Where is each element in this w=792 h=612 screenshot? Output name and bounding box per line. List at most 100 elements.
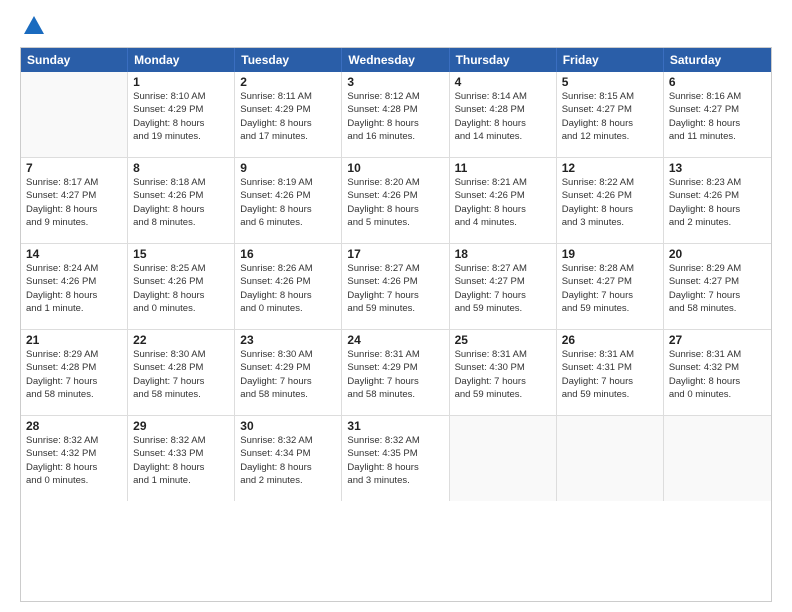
day-number: 27 bbox=[669, 333, 766, 347]
day-info: Sunrise: 8:12 AM Sunset: 4:28 PM Dayligh… bbox=[347, 90, 443, 143]
day-number: 22 bbox=[133, 333, 229, 347]
day-info: Sunrise: 8:26 AM Sunset: 4:26 PM Dayligh… bbox=[240, 262, 336, 315]
cal-cell: 11Sunrise: 8:21 AM Sunset: 4:26 PM Dayli… bbox=[450, 158, 557, 243]
cal-cell: 4Sunrise: 8:14 AM Sunset: 4:28 PM Daylig… bbox=[450, 72, 557, 157]
day-info: Sunrise: 8:16 AM Sunset: 4:27 PM Dayligh… bbox=[669, 90, 766, 143]
calendar: SundayMondayTuesdayWednesdayThursdayFrid… bbox=[20, 47, 772, 602]
cal-cell: 18Sunrise: 8:27 AM Sunset: 4:27 PM Dayli… bbox=[450, 244, 557, 329]
cal-header-friday: Friday bbox=[557, 48, 664, 72]
day-number: 1 bbox=[133, 75, 229, 89]
day-info: Sunrise: 8:25 AM Sunset: 4:26 PM Dayligh… bbox=[133, 262, 229, 315]
calendar-header-row: SundayMondayTuesdayWednesdayThursdayFrid… bbox=[21, 48, 771, 72]
cal-header-tuesday: Tuesday bbox=[235, 48, 342, 72]
day-number: 19 bbox=[562, 247, 658, 261]
day-info: Sunrise: 8:22 AM Sunset: 4:26 PM Dayligh… bbox=[562, 176, 658, 229]
day-number: 21 bbox=[26, 333, 122, 347]
cal-week-3: 14Sunrise: 8:24 AM Sunset: 4:26 PM Dayli… bbox=[21, 244, 771, 330]
cal-cell: 8Sunrise: 8:18 AM Sunset: 4:26 PM Daylig… bbox=[128, 158, 235, 243]
day-number: 10 bbox=[347, 161, 443, 175]
cal-week-1: 1Sunrise: 8:10 AM Sunset: 4:29 PM Daylig… bbox=[21, 72, 771, 158]
cal-header-saturday: Saturday bbox=[664, 48, 771, 72]
day-info: Sunrise: 8:32 AM Sunset: 4:35 PM Dayligh… bbox=[347, 434, 443, 487]
day-info: Sunrise: 8:31 AM Sunset: 4:30 PM Dayligh… bbox=[455, 348, 551, 401]
day-number: 5 bbox=[562, 75, 658, 89]
day-number: 12 bbox=[562, 161, 658, 175]
day-info: Sunrise: 8:20 AM Sunset: 4:26 PM Dayligh… bbox=[347, 176, 443, 229]
day-info: Sunrise: 8:21 AM Sunset: 4:26 PM Dayligh… bbox=[455, 176, 551, 229]
day-number: 4 bbox=[455, 75, 551, 89]
day-number: 8 bbox=[133, 161, 229, 175]
day-number: 7 bbox=[26, 161, 122, 175]
cal-cell bbox=[450, 416, 557, 501]
cal-cell bbox=[557, 416, 664, 501]
day-info: Sunrise: 8:29 AM Sunset: 4:28 PM Dayligh… bbox=[26, 348, 122, 401]
cal-cell: 31Sunrise: 8:32 AM Sunset: 4:35 PM Dayli… bbox=[342, 416, 449, 501]
cal-cell: 1Sunrise: 8:10 AM Sunset: 4:29 PM Daylig… bbox=[128, 72, 235, 157]
day-info: Sunrise: 8:27 AM Sunset: 4:26 PM Dayligh… bbox=[347, 262, 443, 315]
day-info: Sunrise: 8:10 AM Sunset: 4:29 PM Dayligh… bbox=[133, 90, 229, 143]
cal-cell bbox=[664, 416, 771, 501]
day-number: 28 bbox=[26, 419, 122, 433]
day-info: Sunrise: 8:17 AM Sunset: 4:27 PM Dayligh… bbox=[26, 176, 122, 229]
cal-header-sunday: Sunday bbox=[21, 48, 128, 72]
day-info: Sunrise: 8:14 AM Sunset: 4:28 PM Dayligh… bbox=[455, 90, 551, 143]
day-number: 24 bbox=[347, 333, 443, 347]
cal-cell: 15Sunrise: 8:25 AM Sunset: 4:26 PM Dayli… bbox=[128, 244, 235, 329]
cal-cell: 6Sunrise: 8:16 AM Sunset: 4:27 PM Daylig… bbox=[664, 72, 771, 157]
cal-cell: 29Sunrise: 8:32 AM Sunset: 4:33 PM Dayli… bbox=[128, 416, 235, 501]
day-number: 17 bbox=[347, 247, 443, 261]
cal-cell: 5Sunrise: 8:15 AM Sunset: 4:27 PM Daylig… bbox=[557, 72, 664, 157]
cal-cell: 7Sunrise: 8:17 AM Sunset: 4:27 PM Daylig… bbox=[21, 158, 128, 243]
cal-header-wednesday: Wednesday bbox=[342, 48, 449, 72]
cal-cell: 3Sunrise: 8:12 AM Sunset: 4:28 PM Daylig… bbox=[342, 72, 449, 157]
day-info: Sunrise: 8:30 AM Sunset: 4:29 PM Dayligh… bbox=[240, 348, 336, 401]
day-info: Sunrise: 8:32 AM Sunset: 4:34 PM Dayligh… bbox=[240, 434, 336, 487]
cal-cell: 22Sunrise: 8:30 AM Sunset: 4:28 PM Dayli… bbox=[128, 330, 235, 415]
day-number: 31 bbox=[347, 419, 443, 433]
day-number: 11 bbox=[455, 161, 551, 175]
day-number: 23 bbox=[240, 333, 336, 347]
cal-cell: 27Sunrise: 8:31 AM Sunset: 4:32 PM Dayli… bbox=[664, 330, 771, 415]
day-info: Sunrise: 8:28 AM Sunset: 4:27 PM Dayligh… bbox=[562, 262, 658, 315]
day-number: 3 bbox=[347, 75, 443, 89]
day-number: 9 bbox=[240, 161, 336, 175]
day-info: Sunrise: 8:30 AM Sunset: 4:28 PM Dayligh… bbox=[133, 348, 229, 401]
header bbox=[20, 18, 772, 37]
cal-cell: 20Sunrise: 8:29 AM Sunset: 4:27 PM Dayli… bbox=[664, 244, 771, 329]
day-number: 26 bbox=[562, 333, 658, 347]
cal-cell: 26Sunrise: 8:31 AM Sunset: 4:31 PM Dayli… bbox=[557, 330, 664, 415]
day-number: 15 bbox=[133, 247, 229, 261]
day-number: 14 bbox=[26, 247, 122, 261]
cal-cell: 17Sunrise: 8:27 AM Sunset: 4:26 PM Dayli… bbox=[342, 244, 449, 329]
cal-header-monday: Monday bbox=[128, 48, 235, 72]
day-number: 2 bbox=[240, 75, 336, 89]
cal-cell: 24Sunrise: 8:31 AM Sunset: 4:29 PM Dayli… bbox=[342, 330, 449, 415]
day-info: Sunrise: 8:24 AM Sunset: 4:26 PM Dayligh… bbox=[26, 262, 122, 315]
day-number: 13 bbox=[669, 161, 766, 175]
cal-week-5: 28Sunrise: 8:32 AM Sunset: 4:32 PM Dayli… bbox=[21, 416, 771, 501]
cal-cell: 12Sunrise: 8:22 AM Sunset: 4:26 PM Dayli… bbox=[557, 158, 664, 243]
logo bbox=[20, 18, 44, 37]
day-number: 29 bbox=[133, 419, 229, 433]
day-info: Sunrise: 8:27 AM Sunset: 4:27 PM Dayligh… bbox=[455, 262, 551, 315]
cal-cell: 10Sunrise: 8:20 AM Sunset: 4:26 PM Dayli… bbox=[342, 158, 449, 243]
day-info: Sunrise: 8:32 AM Sunset: 4:33 PM Dayligh… bbox=[133, 434, 229, 487]
day-info: Sunrise: 8:18 AM Sunset: 4:26 PM Dayligh… bbox=[133, 176, 229, 229]
cal-header-thursday: Thursday bbox=[450, 48, 557, 72]
cal-week-4: 21Sunrise: 8:29 AM Sunset: 4:28 PM Dayli… bbox=[21, 330, 771, 416]
cal-cell: 9Sunrise: 8:19 AM Sunset: 4:26 PM Daylig… bbox=[235, 158, 342, 243]
cal-week-2: 7Sunrise: 8:17 AM Sunset: 4:27 PM Daylig… bbox=[21, 158, 771, 244]
cal-cell: 13Sunrise: 8:23 AM Sunset: 4:26 PM Dayli… bbox=[664, 158, 771, 243]
day-info: Sunrise: 8:31 AM Sunset: 4:31 PM Dayligh… bbox=[562, 348, 658, 401]
day-number: 18 bbox=[455, 247, 551, 261]
cal-cell: 25Sunrise: 8:31 AM Sunset: 4:30 PM Dayli… bbox=[450, 330, 557, 415]
day-info: Sunrise: 8:31 AM Sunset: 4:29 PM Dayligh… bbox=[347, 348, 443, 401]
day-number: 6 bbox=[669, 75, 766, 89]
cal-cell: 30Sunrise: 8:32 AM Sunset: 4:34 PM Dayli… bbox=[235, 416, 342, 501]
logo-triangle-icon bbox=[24, 16, 44, 34]
cal-cell: 2Sunrise: 8:11 AM Sunset: 4:29 PM Daylig… bbox=[235, 72, 342, 157]
day-info: Sunrise: 8:31 AM Sunset: 4:32 PM Dayligh… bbox=[669, 348, 766, 401]
page: SundayMondayTuesdayWednesdayThursdayFrid… bbox=[0, 0, 792, 612]
day-number: 20 bbox=[669, 247, 766, 261]
cal-cell: 23Sunrise: 8:30 AM Sunset: 4:29 PM Dayli… bbox=[235, 330, 342, 415]
